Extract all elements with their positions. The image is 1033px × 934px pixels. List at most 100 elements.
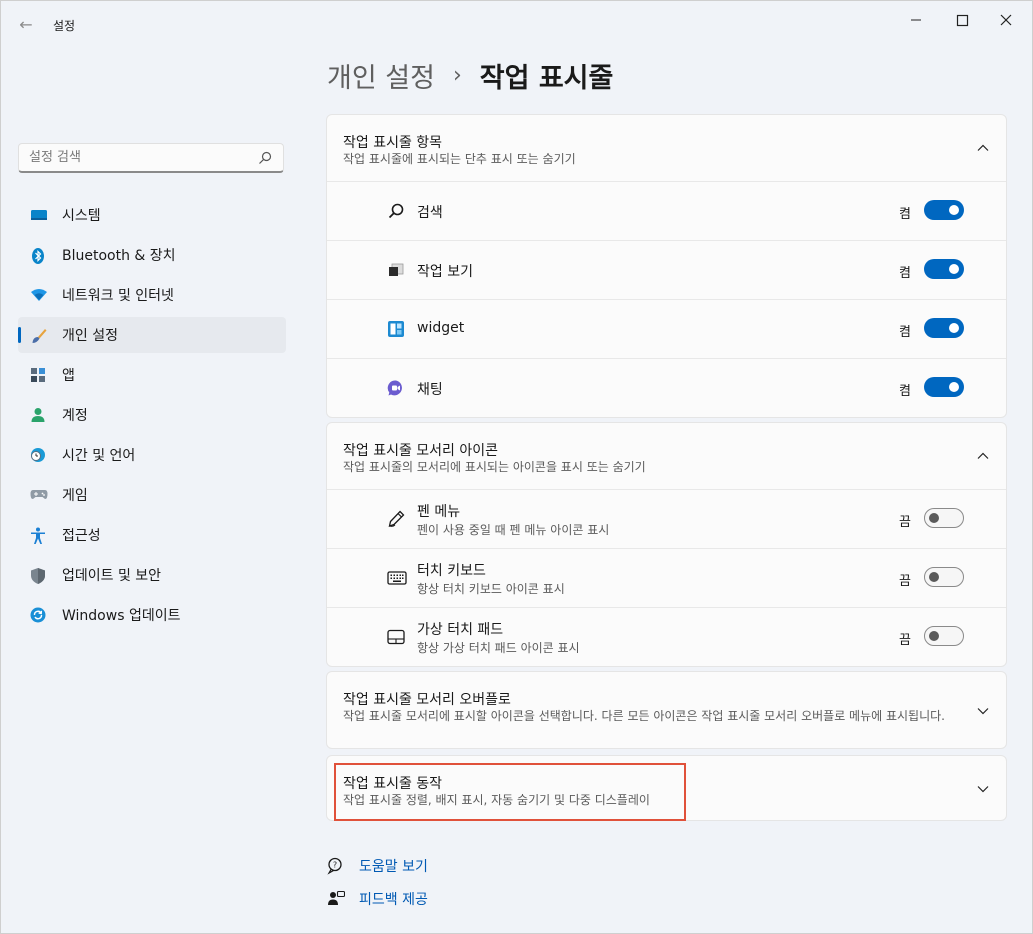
- row-label: 가상 터치 패드: [417, 622, 504, 638]
- close-button[interactable]: [983, 7, 1029, 33]
- search-input[interactable]: [19, 144, 249, 170]
- minimize-icon: [911, 19, 921, 21]
- help-link-label[interactable]: 도움말 보기: [359, 856, 428, 876]
- close-icon: [1000, 14, 1012, 26]
- sidebar-item-personalization[interactable]: 개인 설정: [18, 317, 286, 353]
- row-description: 항상 가상 터치 패드 아이콘 표시: [417, 641, 580, 655]
- sidebar-item-windows-update[interactable]: Windows 업데이트: [18, 597, 286, 633]
- widgets-toggle[interactable]: [924, 318, 964, 338]
- taskbar-item-row-task-view: 작업 보기 켬: [327, 240, 1006, 299]
- section-description: 작업 표시줄의 모서리에 표시되는 아이콘을 표시 또는 숨기기: [343, 460, 646, 474]
- row-label: 펜 메뉴: [417, 504, 461, 520]
- pen-menu-toggle[interactable]: [924, 508, 964, 528]
- toggle-state-label: 끔: [899, 574, 911, 589]
- app-title: 설정: [53, 19, 76, 33]
- row-description: 펜이 사용 중일 때 펜 메뉴 아이콘 표시: [417, 523, 610, 537]
- sidebar-item-bluetooth[interactable]: Bluetooth & 장치: [18, 237, 286, 273]
- section-description: 작업 표시줄 정렬, 배지 표시, 자동 숨기기 및 다중 디스플레이: [343, 793, 650, 807]
- minimize-button[interactable]: [893, 7, 939, 33]
- sidebar-item-accounts[interactable]: 계정: [18, 397, 286, 433]
- corner-icons-card: 작업 표시줄 모서리 아이콘 작업 표시줄의 모서리에 표시되는 아이콘을 표시…: [326, 422, 1007, 667]
- taskbar-items-header[interactable]: 작업 표시줄 항목 작업 표시줄에 표시되는 단추 표시 또는 숨기기: [327, 115, 1006, 181]
- monitor-icon: [30, 207, 47, 223]
- chat-toggle[interactable]: [924, 377, 964, 397]
- sidebar-item-network[interactable]: 네트워크 및 인터넷: [18, 277, 286, 313]
- sidebar-item-label: 네트워크 및 인터넷: [62, 288, 174, 304]
- page-title: 작업 표시줄: [479, 62, 614, 94]
- virtual-touchpad-toggle[interactable]: [924, 626, 964, 646]
- corner-icon-row-pen-menu: 펜 메뉴 펜이 사용 중일 때 펜 메뉴 아이콘 표시 끔: [327, 489, 1006, 548]
- sidebar-item-label: Bluetooth & 장치: [62, 248, 176, 264]
- touch-keyboard-toggle[interactable]: [924, 567, 964, 587]
- help-link[interactable]: ? 도움말 보기: [327, 854, 428, 878]
- apps-icon: [30, 367, 46, 383]
- row-description: 항상 터치 키보드 아이콘 표시: [417, 582, 565, 596]
- toggle-knob: [949, 205, 959, 215]
- sidebar-item-label: 업데이트 및 보안: [62, 568, 162, 584]
- toggle-state-label: 켬: [899, 207, 911, 222]
- chevron-up-icon[interactable]: [976, 141, 990, 155]
- row-label: 검색: [417, 205, 443, 221]
- shield-icon: [30, 567, 46, 584]
- corner-icons-header[interactable]: 작업 표시줄 모서리 아이콘 작업 표시줄의 모서리에 표시되는 아이콘을 표시…: [327, 423, 1006, 489]
- back-button[interactable]: ←: [15, 15, 37, 37]
- sidebar-item-label: 접근성: [62, 528, 101, 544]
- search-toggle[interactable]: [924, 200, 964, 220]
- bluetooth-icon: [30, 247, 46, 264]
- title-bar: ← 설정: [1, 1, 1032, 49]
- keyboard-icon: [387, 569, 407, 587]
- chevron-up-icon[interactable]: [976, 449, 990, 463]
- sidebar-item-apps[interactable]: 앱: [18, 357, 286, 393]
- accessibility-icon: [30, 527, 46, 544]
- row-label: 작업 보기: [417, 264, 473, 280]
- feedback-link[interactable]: 피드백 제공: [327, 887, 428, 911]
- feedback-link-label[interactable]: 피드백 제공: [359, 889, 428, 909]
- breadcrumb-separator: ›: [452, 62, 462, 88]
- task-view-icon: [387, 261, 405, 279]
- maximize-icon: [956, 14, 969, 27]
- search-icon[interactable]: [257, 150, 273, 166]
- search-box[interactable]: [18, 143, 284, 173]
- row-label: 터치 키보드: [417, 563, 486, 579]
- account-icon: [30, 407, 46, 423]
- toggle-knob: [949, 323, 959, 333]
- row-label: 채팅: [417, 382, 443, 398]
- sidebar-item-system[interactable]: 시스템: [18, 197, 286, 233]
- sidebar-item-update-security[interactable]: 업데이트 및 보안: [18, 557, 286, 593]
- toggle-knob: [949, 264, 959, 274]
- sidebar-item-time-language[interactable]: 시간 및 언어: [18, 437, 286, 473]
- toggle-state-label: 켬: [899, 384, 911, 399]
- section-title: 작업 표시줄 모서리 아이콘: [343, 443, 499, 459]
- chevron-down-icon[interactable]: [976, 782, 990, 796]
- toggle-state-label: 끔: [899, 515, 911, 530]
- taskbar-behaviors-card[interactable]: 작업 표시줄 동작 작업 표시줄 정렬, 배지 표시, 자동 숨기기 및 다중 …: [326, 755, 1007, 821]
- chevron-down-icon[interactable]: [976, 704, 990, 718]
- section-description: 작업 표시줄에 표시되는 단추 표시 또는 숨기기: [343, 152, 576, 166]
- settings-window: ← 설정 개인 설정 › 작업 표시줄 시스템 Bluetooth & 장치: [0, 0, 1033, 934]
- section-description: 작업 표시줄 모서리에 표시할 아이콘을 선택합니다. 다른 모든 아이콘은 작…: [343, 709, 945, 723]
- gamepad-icon: [30, 487, 48, 503]
- section-title: 작업 표시줄 모서리 오버플로: [343, 692, 511, 708]
- clock-globe-icon: [30, 447, 46, 463]
- update-icon: [30, 607, 46, 623]
- toggle-knob: [929, 513, 939, 523]
- maximize-button[interactable]: [939, 7, 985, 33]
- sidebar-item-gaming[interactable]: 게임: [18, 477, 286, 513]
- sidebar-item-accessibility[interactable]: 접근성: [18, 517, 286, 553]
- widgets-icon: [387, 320, 405, 338]
- corner-overflow-card[interactable]: 작업 표시줄 모서리 오버플로 작업 표시줄 모서리에 표시할 아이콘을 선택합…: [326, 671, 1007, 749]
- task-view-toggle[interactable]: [924, 259, 964, 279]
- breadcrumb-parent[interactable]: 개인 설정: [327, 56, 435, 95]
- section-title: 작업 표시줄 항목: [343, 135, 443, 151]
- feedback-icon: [327, 890, 345, 908]
- toggle-knob: [949, 382, 959, 392]
- sidebar-item-label: 개인 설정: [62, 328, 118, 344]
- taskbar-item-row-chat: 채팅 켬: [327, 358, 1006, 417]
- sidebar-item-label: 시간 및 언어: [62, 448, 136, 464]
- search-icon: [387, 202, 405, 220]
- breadcrumb: 개인 설정 › 작업 표시줄: [327, 55, 613, 95]
- toggle-state-label: 켬: [899, 266, 911, 281]
- taskbar-items-card: 작업 표시줄 항목 작업 표시줄에 표시되는 단추 표시 또는 숨기기 검색 켬…: [326, 114, 1007, 418]
- sidebar-item-label: Windows 업데이트: [62, 608, 181, 624]
- pen-icon: [387, 510, 405, 528]
